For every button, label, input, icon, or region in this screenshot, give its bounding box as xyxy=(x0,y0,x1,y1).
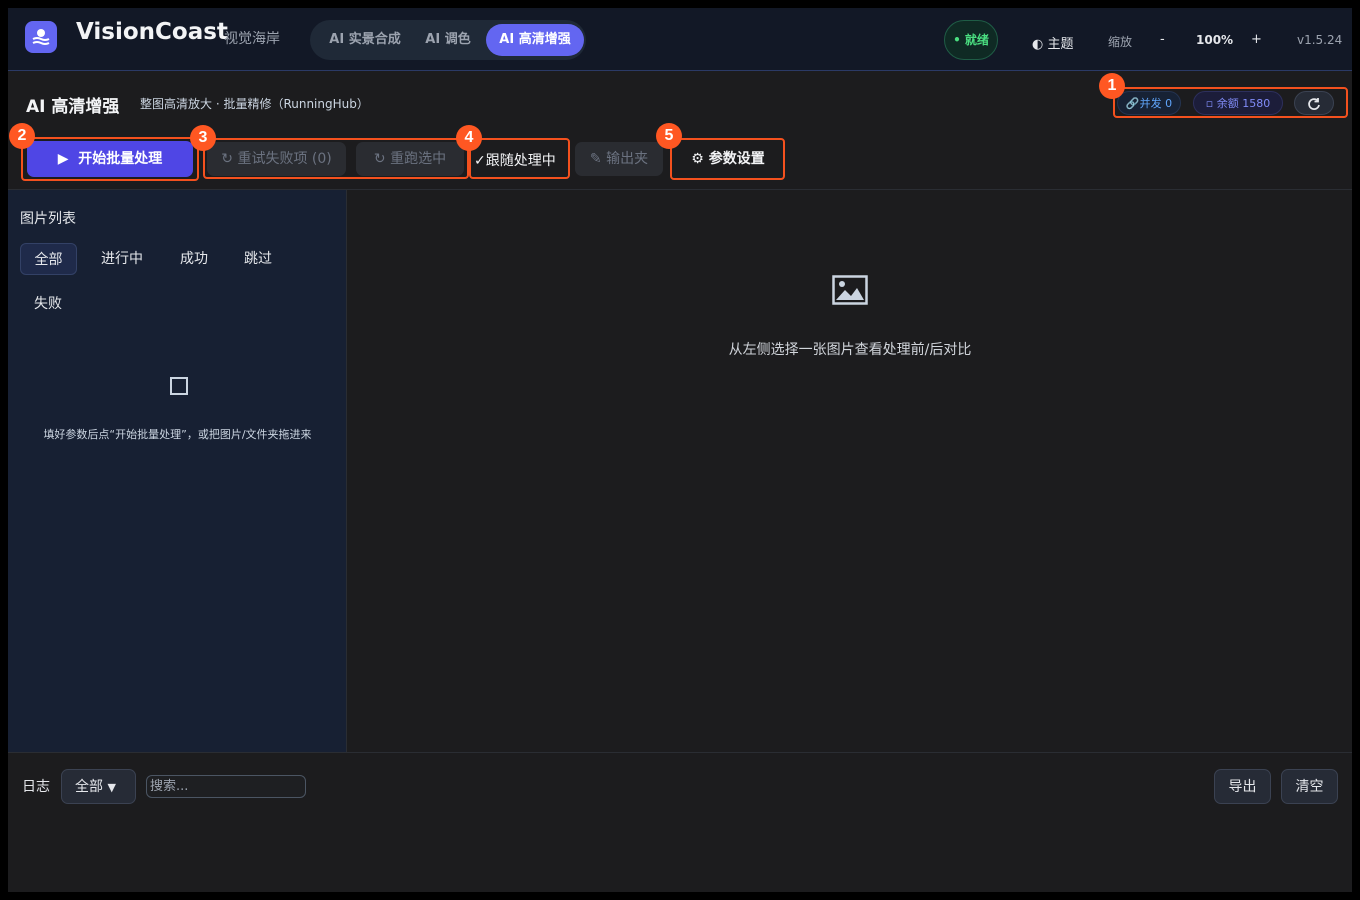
preview-hint: 从左侧选择一张图片查看处理前/后对比 xyxy=(728,342,972,358)
app-header: VisionCoast 视觉海岸 AI 实景合成 AI 调色 AI 高清增强 •… xyxy=(8,8,1352,71)
page-description: 整图高清放大 · 批量精修（RunningHub） xyxy=(140,97,369,111)
empty-list-hint: 填好参数后点“开始批量处理”，或把图片/文件夹拖进来 xyxy=(43,428,312,441)
half-circle-icon: ◐ xyxy=(1032,37,1044,52)
log-label: 日志 xyxy=(22,779,50,795)
mode-tabs: AI 实景合成 AI 调色 AI 高清增强 xyxy=(310,20,586,60)
zoom-in-button[interactable]: + xyxy=(1251,32,1262,47)
app-subtitle: 视觉海岸 xyxy=(224,31,280,47)
annotation-frame-4 xyxy=(469,138,570,179)
zoom-label: 缩放 xyxy=(1108,35,1133,49)
tab-scene-compose[interactable]: AI 实景合成 xyxy=(318,24,412,56)
annotation-frame-5 xyxy=(670,138,785,180)
filter-success[interactable]: 成功 xyxy=(172,243,216,275)
annotation-marker-4: 4 xyxy=(456,125,482,151)
theme-toggle-button[interactable]: ◐ 主题 xyxy=(1032,33,1074,52)
tab-color-grade[interactable]: AI 调色 xyxy=(418,24,478,56)
status-dot-icon: • xyxy=(953,33,961,47)
log-bar: 日志 全部 ▼ 导出 清空 xyxy=(8,752,1352,892)
clear-log-button[interactable]: 清空 xyxy=(1281,769,1338,804)
output-folder-label: 输出夹 xyxy=(606,151,649,167)
zoom-out-button[interactable]: - xyxy=(1160,32,1165,47)
page-title: AI 高清增强 xyxy=(26,97,120,117)
output-folder-button[interactable]: ✎ 输出夹 xyxy=(575,142,663,176)
annotation-frame-2 xyxy=(21,137,199,181)
status-badge: • 就绪 xyxy=(944,20,998,60)
image-list-title: 图片列表 xyxy=(20,211,76,227)
export-log-button[interactable]: 导出 xyxy=(1214,769,1271,804)
zoom-value: 100% xyxy=(1196,33,1234,47)
tab-hd-enhance[interactable]: AI 高清增强 xyxy=(486,24,584,56)
log-level-select[interactable]: 全部 ▼ xyxy=(61,769,136,804)
folder-icon: ✎ xyxy=(589,151,602,167)
empty-box-icon xyxy=(170,377,188,395)
filter-failed[interactable]: 失败 xyxy=(26,288,70,320)
filter-running[interactable]: 进行中 xyxy=(92,243,152,275)
image-placeholder-icon xyxy=(832,275,868,309)
filter-all[interactable]: 全部 xyxy=(20,243,77,275)
logo-icon xyxy=(25,21,57,53)
app-title: VisionCoast xyxy=(76,19,228,45)
annotation-marker-5: 5 xyxy=(656,123,682,149)
version-label: v1.5.24 xyxy=(1297,33,1343,47)
log-level-value: 全部 xyxy=(75,779,103,795)
theme-label: 主题 xyxy=(1047,37,1074,52)
caret-down-icon: ▼ xyxy=(107,781,116,794)
annotation-frame-1 xyxy=(1113,87,1348,118)
annotation-frame-3 xyxy=(203,138,469,179)
filter-skipped[interactable]: 跳过 xyxy=(236,243,280,275)
app-window: VisionCoast 视觉海岸 AI 实景合成 AI 调色 AI 高清增强 •… xyxy=(8,8,1352,892)
image-list-panel: 图片列表 全部 进行中 成功 跳过 失败 填好参数后点“开始批量处理”，或把图片… xyxy=(8,190,347,752)
status-text: 就绪 xyxy=(964,33,989,47)
annotation-marker-3: 3 xyxy=(190,125,216,151)
annotation-marker-2: 2 xyxy=(9,123,35,149)
log-search-input[interactable] xyxy=(146,775,306,798)
annotation-marker-1: 1 xyxy=(1099,73,1125,99)
